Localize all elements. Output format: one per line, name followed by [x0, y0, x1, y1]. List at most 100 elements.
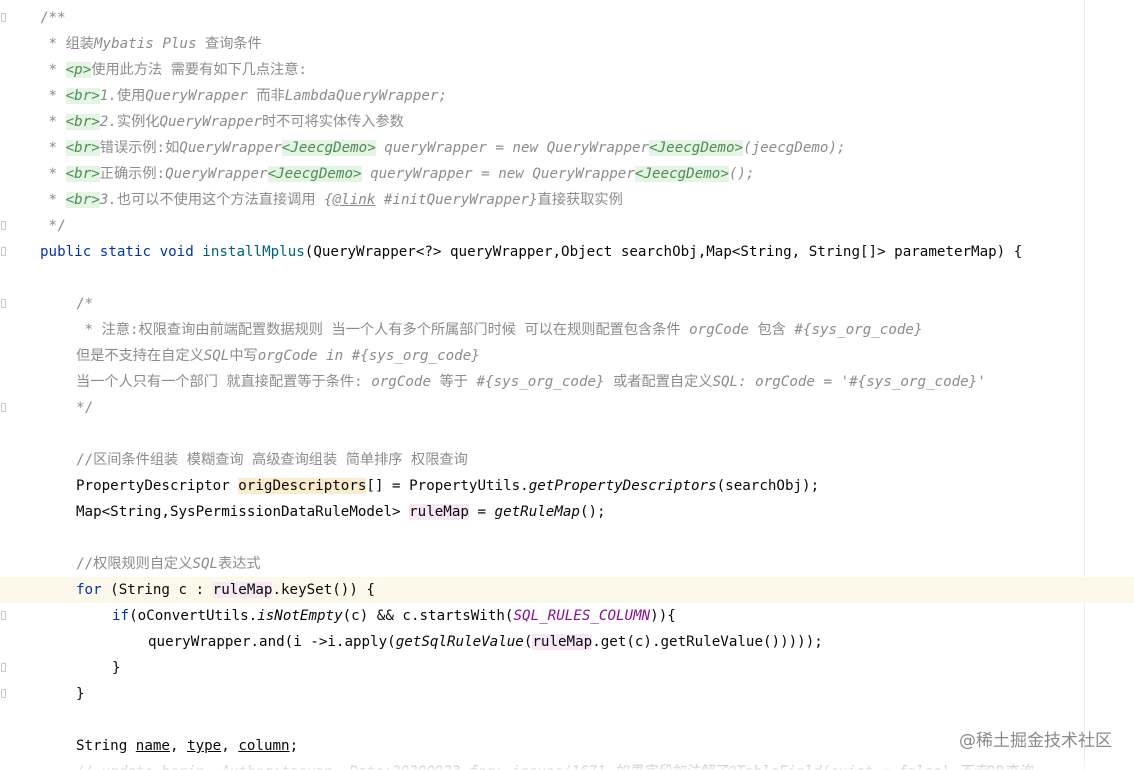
- code-token: LambdaQueryWrapper;: [284, 88, 448, 104]
- code-token: <JeecgDemo>: [634, 166, 729, 182]
- code-token: SQL: [192, 556, 219, 572]
- code-token: if: [112, 608, 130, 624]
- code-token: */: [40, 218, 66, 234]
- code-token: //区间条件组装 模糊查询 高级查询组装 简单排序 权限查询: [76, 452, 468, 468]
- code-token: *: [40, 166, 66, 182]
- code-text: /**: [40, 5, 66, 31]
- code-token: queryWrapper.and(i ->i.apply(: [148, 634, 396, 650]
- code-token: 等于: [439, 374, 477, 390]
- code-text: }: [112, 655, 121, 681]
- code-text: String name, type, column;: [76, 733, 298, 759]
- watermark: @稀土掘金技术社区: [959, 731, 1112, 751]
- code-text: PropertyDescriptor origDescriptors[] = P…: [76, 473, 819, 499]
- code-token: #initQueryWrapper}: [375, 192, 538, 208]
- code-line[interactable]: 当一个人只有一个部门 就直接配置等于条件: orgCode 等于 #{sys_o…: [0, 369, 1134, 395]
- code-line[interactable]: * <p>使用此方法 需要有如下几点注意:: [0, 57, 1134, 83]
- code-line[interactable]: }: [0, 655, 1134, 681]
- code-token: 但是不支持在自定义: [76, 348, 204, 364]
- code-text: public static void installMplus(QueryWra…: [40, 239, 1022, 265]
- code-line[interactable]: }: [0, 681, 1134, 707]
- code-line[interactable]: //区间条件组装 模糊查询 高级查询组装 简单排序 权限查询: [0, 447, 1134, 473]
- code-line[interactable]: /*: [0, 291, 1134, 317]
- code-text: 但是不支持在自定义SQL中写orgCode in #{sys_org_code}: [76, 343, 480, 369]
- code-line[interactable]: [0, 525, 1134, 551]
- code-token: 也可以不使用这个方法直接调用: [116, 192, 325, 208]
- code-line[interactable]: * <br>错误示例:如QueryWrapper<JeecgDemo> quer…: [0, 135, 1134, 161]
- code-token: <br>: [65, 192, 100, 208]
- code-token: }: [76, 686, 85, 702]
- code-token: column: [238, 738, 290, 754]
- code-token: (String c :: [110, 582, 213, 598]
- code-token: <br>: [65, 140, 100, 156]
- code-text: if(oConvertUtils.isNotEmpty(c) && c.star…: [112, 603, 676, 629]
- code-token: <JeecgDemo>: [281, 140, 376, 156]
- code-token: *: [40, 114, 66, 130]
- code-token: [] = PropertyUtils.: [366, 478, 529, 494]
- code-token: <JeecgDemo>: [267, 166, 362, 182]
- code-token: (jeecgDemo);: [743, 140, 846, 156]
- code-token: * 组装: [40, 36, 94, 52]
- code-token: */: [76, 400, 94, 416]
- code-text: //区间条件组装 模糊查询 高级查询组装 简单排序 权限查询: [76, 447, 468, 473]
- code-line[interactable]: [0, 421, 1134, 447]
- code-text: 当一个人只有一个部门 就直接配置等于条件: orgCode 等于 #{sys_o…: [76, 369, 986, 395]
- code-token: ,: [221, 738, 239, 754]
- code-token: //权限规则自定义: [76, 556, 193, 572]
- code-token: 而非: [256, 88, 285, 104]
- code-line[interactable]: * <br>2.实例化QueryWrapper时不可将实体传入参数: [0, 109, 1134, 135]
- code-token: 使用此方法 需要有如下几点注意:: [91, 62, 307, 78]
- code-line[interactable]: public static void installMplus(QueryWra…: [0, 239, 1134, 265]
- code-token: ;: [289, 738, 299, 754]
- code-text: * 注意:权限查询由前端配置数据规则 当一个人有多个所属部门时候 可以在规则配置…: [76, 317, 923, 343]
- code-token: name: [135, 738, 170, 754]
- code-text: * <br>3.也可以不使用这个方法直接调用 {@link #initQuery…: [40, 187, 623, 213]
- code-token: .keySet()) {: [272, 582, 375, 598]
- code-token: =: [468, 504, 495, 520]
- code-line[interactable]: /**: [0, 5, 1134, 31]
- code-token: public static void: [40, 244, 203, 260]
- code-line[interactable]: * 注意:权限查询由前端配置数据规则 当一个人有多个所属部门时候 可以在规则配置…: [0, 317, 1134, 343]
- code-token: 或者配置自定义: [613, 374, 713, 390]
- code-line[interactable]: [0, 265, 1134, 291]
- code-token: installMplus: [202, 244, 305, 260]
- code-token: *: [40, 88, 66, 104]
- code-token: isNotEmpty: [257, 608, 343, 624]
- code-line[interactable]: * <br>正确示例:QueryWrapper<JeecgDemo> query…: [0, 161, 1134, 187]
- code-token: <JeecgDemo>: [649, 140, 744, 156]
- code-line[interactable]: queryWrapper.and(i ->i.apply(getSqlRuleV…: [0, 629, 1134, 655]
- code-line[interactable]: * <br>3.也可以不使用这个方法直接调用 {@link #initQuery…: [0, 187, 1134, 213]
- code-token: 实例化: [116, 114, 160, 130]
- code-token: origDescriptors: [238, 478, 367, 494]
- code-token: (QueryWrapper<?> queryWrapper,Object sea…: [304, 244, 1023, 260]
- code-line[interactable]: */: [0, 395, 1134, 421]
- code-token: /*: [76, 296, 94, 312]
- code-line[interactable]: * 组装Mybatis Plus 查询条件: [0, 31, 1134, 57]
- code-token: 错误示例:如: [99, 140, 180, 156]
- code-token: )){: [650, 608, 676, 624]
- code-text: * <br>错误示例:如QueryWrapper<JeecgDemo> quer…: [40, 135, 846, 161]
- code-token: ();: [728, 166, 755, 182]
- code-line[interactable]: //权限规则自定义SQL表达式: [0, 551, 1134, 577]
- code-token: 2.: [99, 114, 117, 130]
- code-token: Map<String,SysPermissionDataRuleModel>: [76, 504, 410, 520]
- code-line[interactable]: * <br>1.使用QueryWrapper 而非LambdaQueryWrap…: [0, 83, 1134, 109]
- code-token: ,: [169, 738, 188, 754]
- code-line[interactable]: PropertyDescriptor origDescriptors[] = P…: [0, 473, 1134, 499]
- code-token: 中写: [229, 348, 258, 364]
- code-line[interactable]: if(oConvertUtils.isNotEmpty(c) && c.star…: [0, 603, 1134, 629]
- code-token: ();: [579, 504, 606, 520]
- code-line[interactable]: 但是不支持在自定义SQL中写orgCode in #{sys_org_code}: [0, 343, 1134, 369]
- code-text: }: [76, 681, 85, 707]
- code-text: //权限规则自定义SQL表达式: [76, 551, 261, 577]
- code-text: */: [76, 395, 93, 421]
- code-token: (searchObj);: [716, 478, 820, 494]
- code-token: 时不可将实体传入参数: [261, 114, 404, 130]
- code-token: Mybatis Plus: [94, 36, 206, 52]
- code-token: <p>: [65, 62, 92, 78]
- code-token: 当一个人只有一个部门 就直接配置等于条件:: [76, 374, 372, 390]
- code-token: String: [76, 738, 136, 754]
- code-token: @link: [332, 192, 376, 208]
- code-line[interactable]: for (String c : ruleMap.keySet()) {: [0, 577, 1134, 603]
- code-line[interactable]: */: [0, 213, 1134, 239]
- code-line[interactable]: Map<String,SysPermissionDataRuleModel> r…: [0, 499, 1134, 525]
